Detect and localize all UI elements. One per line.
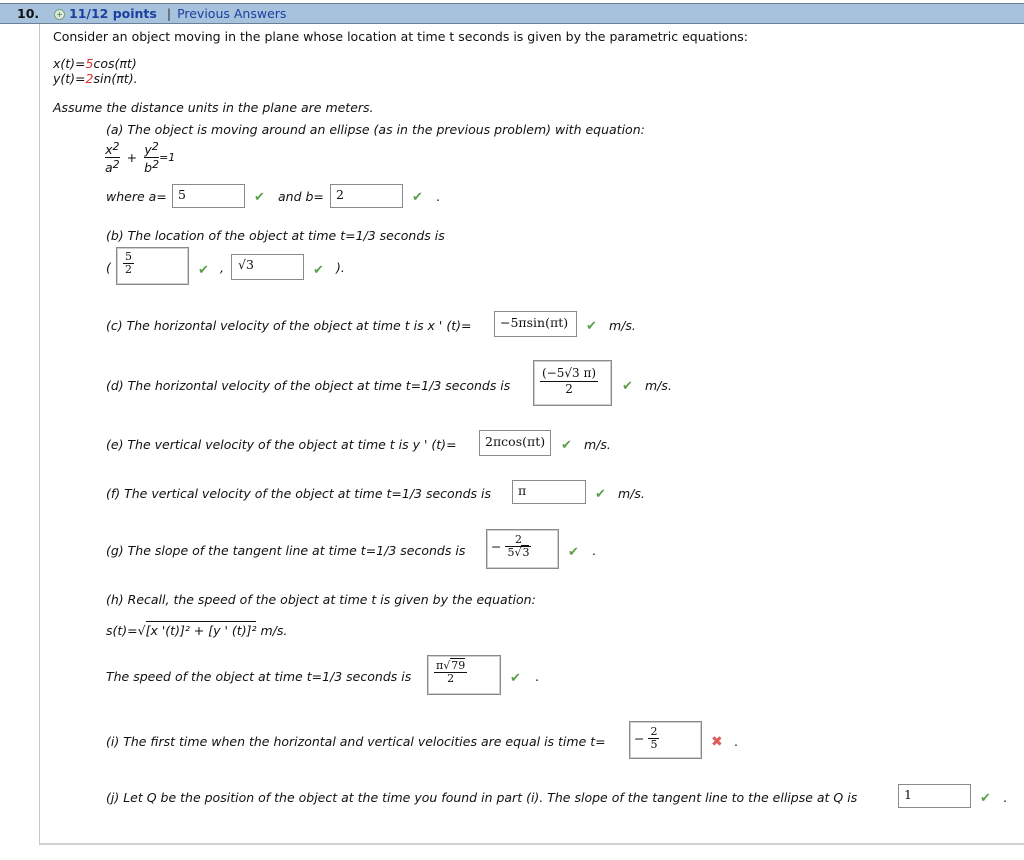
- eq-sq: 2: [151, 140, 159, 153]
- eq-equals: =1: [159, 151, 176, 164]
- d-den: 2: [565, 382, 573, 396]
- answer-a-input[interactable]: 5: [172, 184, 245, 208]
- y-eq-rest: sin(πt).: [93, 71, 138, 86]
- d-num: (−5√3 π): [540, 366, 599, 382]
- i-den: 5: [650, 738, 658, 751]
- answer-d-input[interactable]: (−5√3 π) 2: [533, 360, 612, 406]
- period: .: [535, 669, 539, 684]
- answer-f-input[interactable]: π: [512, 480, 586, 504]
- part-j-text: (j) Let Q be the position of the object …: [106, 790, 858, 805]
- part-f-text: (f) The vertical velocity of the object …: [106, 486, 492, 501]
- h-num-b: 79: [450, 658, 466, 672]
- open-paren: (: [106, 260, 111, 275]
- answer-c-input[interactable]: −5πsin(πt): [494, 311, 577, 337]
- answer-by-input[interactable]: √3: [231, 254, 304, 280]
- answer-h-input[interactable]: π√79 2: [427, 655, 501, 695]
- g-den-a: 5: [507, 546, 515, 559]
- check-icon: ✔: [198, 263, 209, 278]
- eq-b: b: [144, 160, 153, 175]
- unit-ms: m/s.: [645, 378, 672, 393]
- eq-sq: 2: [112, 158, 120, 171]
- question-number: 10.: [17, 6, 40, 21]
- unit-ms: m/s.: [618, 486, 645, 501]
- period: .: [436, 189, 440, 204]
- cross-icon: ✖: [711, 734, 723, 750]
- part-h-text: (h) Recall, the speed of the object at t…: [106, 592, 536, 607]
- points-score[interactable]: 11/12 points: [69, 6, 157, 21]
- h-num-a: π: [436, 659, 444, 672]
- points-bar: +11/12 points | Previous Answers: [54, 6, 286, 21]
- eq-sq: 2: [112, 140, 120, 153]
- part-d-text: (d) The horizontal velocity of the objec…: [106, 378, 511, 393]
- check-icon: ✔: [622, 379, 633, 394]
- period: .: [734, 734, 738, 749]
- y-eq-prefix: y(t)=: [53, 71, 86, 86]
- check-icon: ✔: [595, 487, 606, 502]
- i-sign: −: [634, 731, 645, 746]
- eq-y: y: [144, 142, 152, 157]
- comma: ,: [220, 260, 224, 275]
- plus-circle-icon[interactable]: +: [54, 9, 65, 20]
- unit-ms: m/s.: [609, 318, 636, 333]
- answer-g-input[interactable]: − 2 5√3: [486, 529, 559, 569]
- check-icon: ✔: [510, 671, 521, 686]
- formula-unit: m/s.: [260, 623, 288, 638]
- answer-e-input[interactable]: 2πcos(πt): [479, 430, 551, 456]
- bx-den: 2: [125, 263, 132, 276]
- part-a-text: (a) The object is moving around an ellip…: [106, 122, 645, 137]
- unit-ms: m/s.: [584, 437, 611, 452]
- period: .: [592, 543, 596, 558]
- period: .: [1003, 790, 1007, 805]
- eq-sq: 2: [152, 158, 160, 171]
- answer-b-input[interactable]: 2: [330, 184, 403, 208]
- parametric-equations: x(t)=5cos(πt) y(t)=2sin(πt).: [53, 56, 138, 86]
- part-c-text: (c) The horizontal velocity of the objec…: [106, 318, 472, 333]
- check-icon: ✔: [313, 263, 324, 278]
- and-b-label: and b=: [278, 189, 324, 204]
- check-icon: ✔: [586, 319, 597, 334]
- eq-x: x: [105, 142, 113, 157]
- check-icon: ✔: [568, 545, 579, 560]
- eq-plus: +: [126, 150, 138, 165]
- eq-a: a: [105, 160, 113, 175]
- speed-formula: s(t)=√[x '(t)]² + [y ' (t)]² m/s.: [106, 621, 288, 638]
- part-e-text: (e) The vertical velocity of the object …: [106, 437, 457, 452]
- formula-left: s(t)=√: [106, 623, 146, 638]
- intro-text: Consider an object moving in the plane w…: [53, 29, 748, 44]
- check-icon: ✔: [561, 438, 572, 453]
- check-icon: ✔: [980, 791, 991, 806]
- assume-text: Assume the distance units in the plane a…: [53, 100, 374, 115]
- check-icon: ✔: [254, 190, 265, 205]
- h-den: 2: [447, 672, 455, 685]
- g-den-b: 3: [521, 545, 530, 559]
- question-header: 10. +11/12 points | Previous Answers: [0, 3, 1024, 24]
- formula-inside: [x '(t)]² + [y ' (t)]²: [145, 621, 257, 638]
- answer-bx-input[interactable]: 52: [116, 247, 189, 285]
- close-paren: ).: [336, 260, 345, 275]
- answer-j-input[interactable]: 1: [898, 784, 971, 808]
- x-eq-rest: cos(πt): [93, 56, 137, 71]
- answer-i-input[interactable]: − 25: [629, 721, 702, 759]
- check-icon: ✔: [412, 190, 423, 205]
- g-sign: −: [491, 539, 502, 554]
- part-g-text: (g) The slope of the tangent line at tim…: [106, 543, 466, 558]
- separator: |: [166, 6, 172, 21]
- part-b-text: (b) The location of the object at time t…: [106, 228, 445, 243]
- previous-answers-link[interactable]: Previous Answers: [177, 6, 286, 21]
- ellipse-equation: x2 a2 + y2 b2 =1: [105, 140, 175, 175]
- x-eq-prefix: x(t)=: [53, 56, 86, 71]
- part-i-text: (i) The first time when the horizontal a…: [106, 734, 606, 749]
- where-a-label: where a=: [106, 189, 167, 204]
- speed-text: The speed of the object at time t=1/3 se…: [106, 669, 412, 684]
